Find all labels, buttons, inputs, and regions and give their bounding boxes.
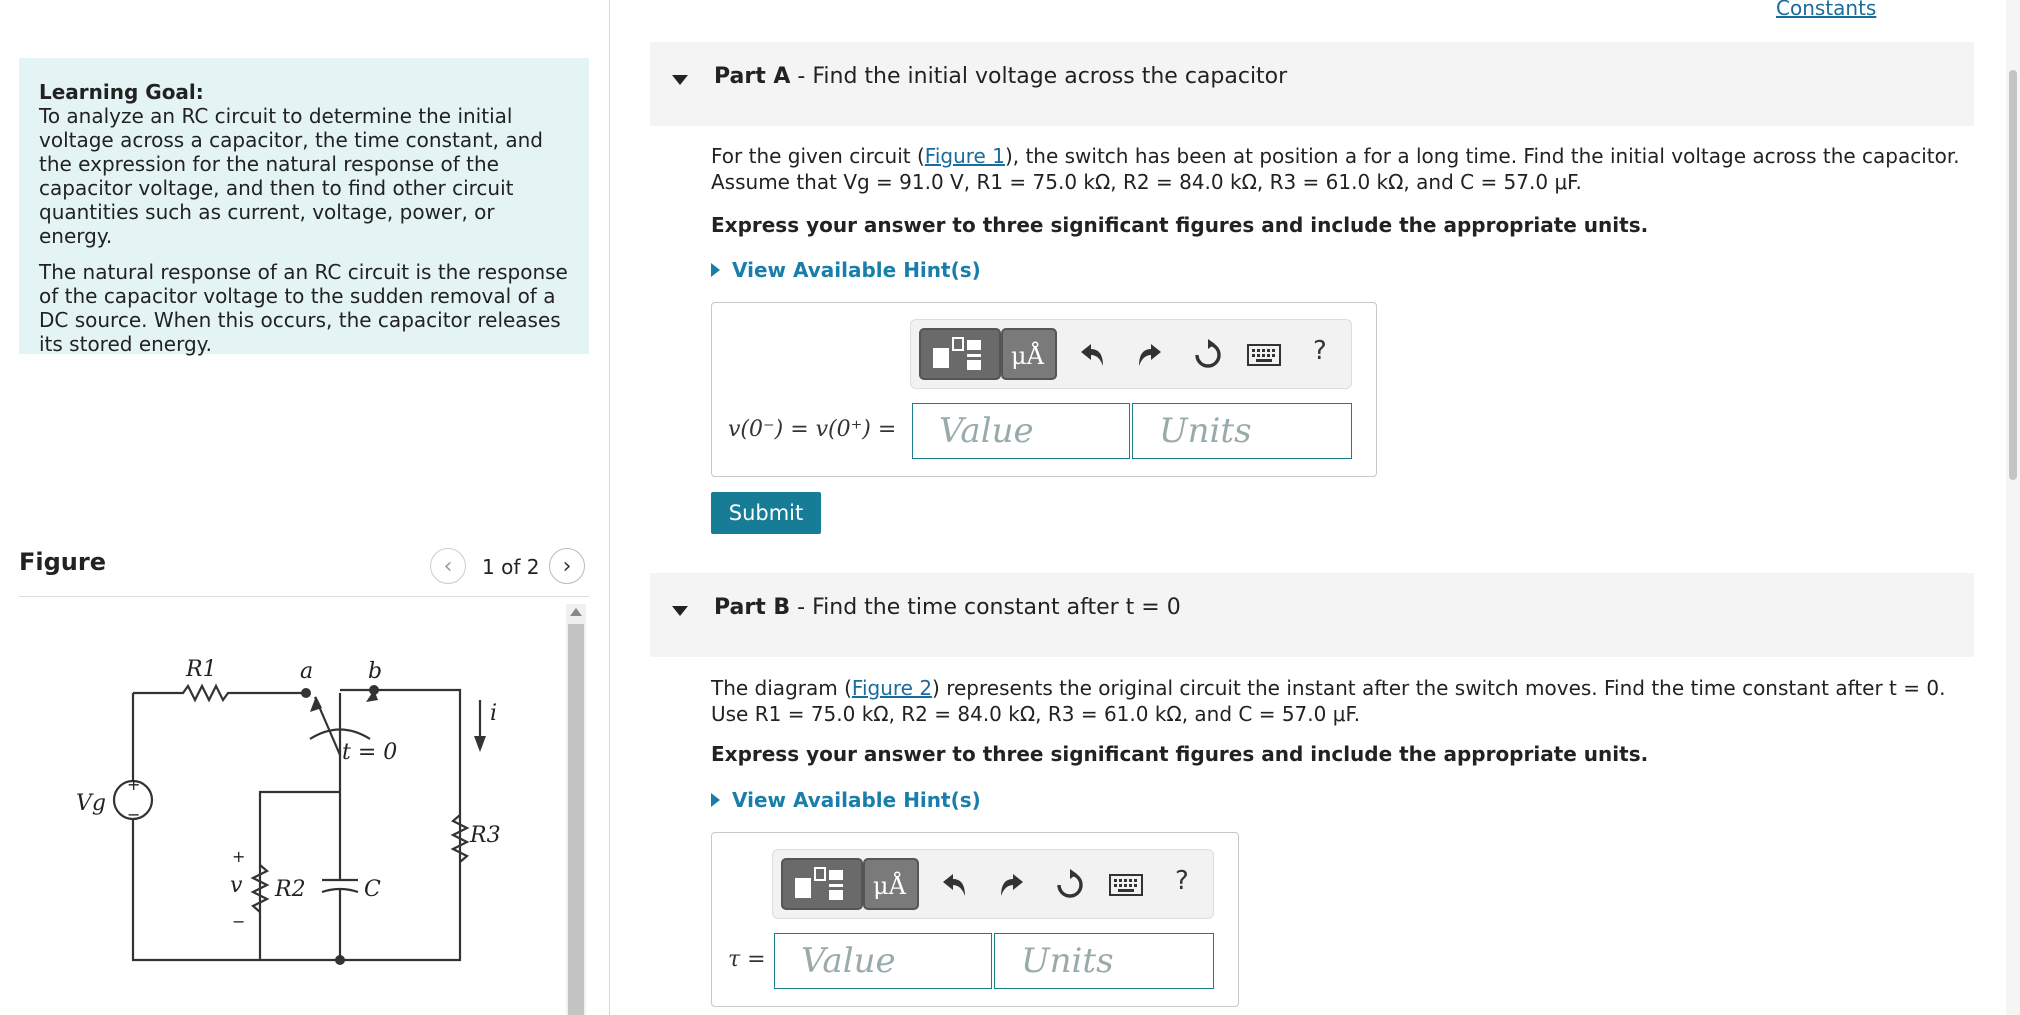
learning-goal-intro: To analyze an RC circuit to determine th… xyxy=(39,104,543,248)
part-a-hints-toggle[interactable]: View Available Hint(s) xyxy=(711,258,981,282)
constants-link[interactable]: Constants xyxy=(1776,0,1876,20)
label-r3: R3 xyxy=(469,823,500,848)
part-b-instruction: Express your answer to three significant… xyxy=(711,742,1649,766)
circuit-diagram: R1 a b i t = 0 Vg R3 v R2 C + − + − xyxy=(76,657,500,965)
figure-title: Figure xyxy=(19,548,106,576)
part-a-header[interactable]: Part A - Find the initial voltage across… xyxy=(650,42,1974,126)
figure-prev-button[interactable]: ‹ xyxy=(430,548,466,584)
label-a: a xyxy=(300,659,313,684)
learning-goal-title: Learning Goal: xyxy=(39,80,204,104)
part-a-units-input[interactable]: Units xyxy=(1132,403,1352,459)
scroll-up-icon[interactable] xyxy=(570,608,582,616)
part-b-problem-text: The diagram (Figure 2) represents the or… xyxy=(711,675,1961,727)
help-icon[interactable]: ? xyxy=(1175,866,1189,896)
units-icon: μÅ xyxy=(873,872,906,900)
learning-goal-panel: Learning Goal: To analyze an RC circuit … xyxy=(19,58,589,356)
figure-pager-count: 1 of 2 xyxy=(482,555,540,579)
figure-divider xyxy=(19,596,589,597)
units-button[interactable]: μÅ xyxy=(863,858,919,910)
figure-scrollbar-thumb[interactable] xyxy=(568,624,584,1015)
part-b-value-input[interactable]: Value xyxy=(774,933,992,989)
redo-icon[interactable] xyxy=(1135,340,1165,370)
redo-icon[interactable] xyxy=(997,870,1027,900)
label-c: C xyxy=(364,877,381,902)
part-a-title: - Find the initial voltage across the ca… xyxy=(790,64,1288,89)
undo-icon[interactable] xyxy=(939,870,969,900)
part-b-title: - Find the time constant after t = 0 xyxy=(790,595,1181,620)
part-b-units-input[interactable]: Units xyxy=(994,933,1214,989)
part-a-label: Part A xyxy=(714,64,791,89)
chevron-right-icon: › xyxy=(562,553,572,579)
templates-icon xyxy=(933,337,981,370)
label-switch-time: t = 0 xyxy=(342,740,397,765)
part-b-answer-label: τ = xyxy=(728,947,766,972)
page-scrollbar-thumb[interactable] xyxy=(2009,70,2017,480)
part-a-submit-button[interactable]: Submit xyxy=(711,492,821,534)
units-button[interactable]: μÅ xyxy=(1001,328,1057,380)
keyboard-icon[interactable] xyxy=(1247,344,1281,366)
part-b-math-toolbar: μÅ ? xyxy=(772,849,1214,919)
collapse-triangle-icon[interactable] xyxy=(672,606,688,616)
expand-triangle-icon xyxy=(711,793,720,807)
label-r2: R2 xyxy=(274,877,306,902)
page-scrollbar[interactable] xyxy=(2006,0,2020,1015)
keyboard-icon[interactable] xyxy=(1109,874,1143,896)
part-a-answer-box: μÅ ? v(0⁻) = v(0⁺) = Value Units xyxy=(711,302,1377,477)
part-b-hints-label: View Available Hint(s) xyxy=(732,788,981,812)
column-divider xyxy=(609,0,610,1015)
chevron-left-icon: ‹ xyxy=(443,553,453,579)
label-source-minus: − xyxy=(127,805,140,824)
part-a-hints-label: View Available Hint(s) xyxy=(732,258,981,282)
learning-goal-body: The natural response of an RC circuit is… xyxy=(39,260,568,356)
part-a-instruction: Express your answer to three significant… xyxy=(711,213,1649,237)
part-b-label: Part B xyxy=(714,595,791,620)
templates-icon xyxy=(795,867,843,900)
part-a-value-input[interactable]: Value xyxy=(912,403,1130,459)
part-b-header[interactable]: Part B - Find the time constant after t … xyxy=(650,573,1974,657)
label-r1: R1 xyxy=(185,657,217,682)
collapse-triangle-icon[interactable] xyxy=(672,75,688,85)
part-b-answer-box: μÅ ? τ = Value Units xyxy=(711,832,1239,1007)
part-a-text-pre: For the given circuit ( xyxy=(711,144,925,168)
label-source-plus: + xyxy=(127,775,140,794)
templates-button[interactable] xyxy=(919,328,1001,380)
figure-2-link[interactable]: Figure 2 xyxy=(852,676,932,700)
undo-icon[interactable] xyxy=(1077,340,1107,370)
part-b-hints-toggle[interactable]: View Available Hint(s) xyxy=(711,788,981,812)
reset-icon[interactable] xyxy=(1191,338,1225,372)
label-v-minus: − xyxy=(232,912,245,931)
reset-icon[interactable] xyxy=(1053,868,1087,902)
expand-triangle-icon xyxy=(711,263,720,277)
figure-1-link[interactable]: Figure 1 xyxy=(925,144,1005,168)
part-a-problem-text: For the given circuit (Figure 1), the sw… xyxy=(711,143,1961,195)
help-icon[interactable]: ? xyxy=(1313,336,1327,366)
label-vg: Vg xyxy=(76,791,106,816)
figure-scrollbar[interactable] xyxy=(566,604,586,1015)
label-v: v xyxy=(230,873,243,898)
part-a-answer-label: v(0⁻) = v(0⁺) = xyxy=(728,417,897,442)
figure-next-button[interactable]: › xyxy=(549,548,585,584)
part-b-text-pre: The diagram ( xyxy=(711,676,852,700)
part-a-math-toolbar: μÅ ? xyxy=(910,319,1352,389)
label-b: b xyxy=(368,659,382,684)
label-i: i xyxy=(490,701,497,726)
units-icon: μÅ xyxy=(1011,342,1044,370)
templates-button[interactable] xyxy=(781,858,863,910)
label-v-plus: + xyxy=(232,847,245,866)
